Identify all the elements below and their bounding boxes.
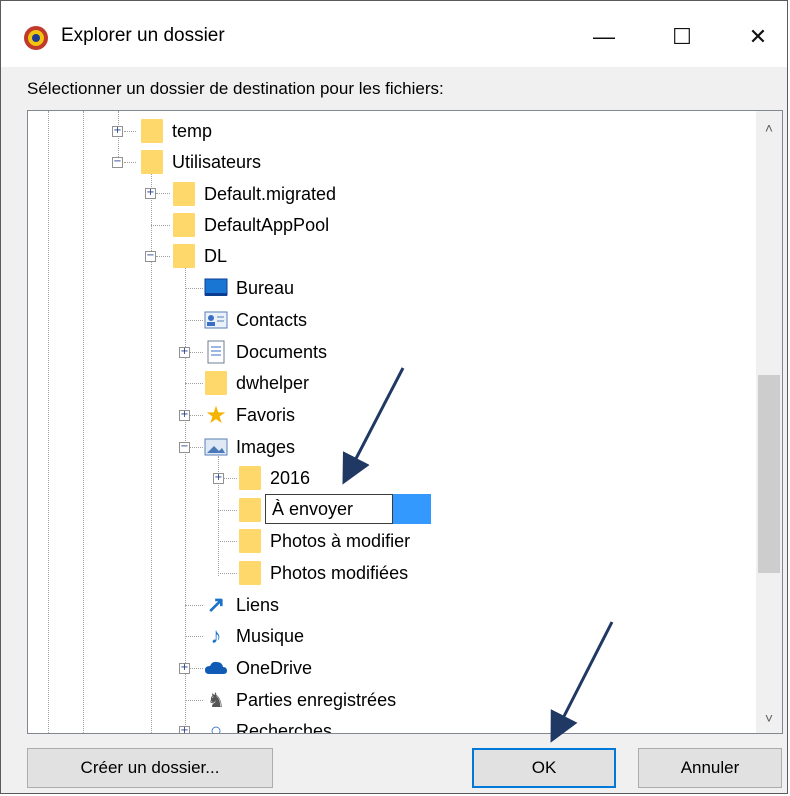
tree-item-utilisateurs[interactable]: Utilisateurs (140, 149, 261, 175)
tree-item-images[interactable]: Images (204, 434, 295, 460)
tree-item-parties-enregistrees[interactable]: ♞ Parties enregistrées (204, 687, 396, 713)
folder-icon (238, 561, 262, 585)
collapse-dl-icon[interactable]: − (145, 251, 156, 262)
cloud-icon (204, 656, 228, 680)
tree-item-defaultapppool[interactable]: DefaultAppPool (172, 212, 329, 238)
scroll-down-icon[interactable]: ˅ (756, 705, 782, 731)
expand-favoris-icon[interactable]: + (179, 410, 190, 421)
contacts-icon (204, 308, 228, 332)
rename-selection-highlight (393, 494, 431, 524)
folder-icon (172, 213, 196, 237)
folder-icon (140, 119, 164, 143)
expand-recherches-icon[interactable]: + (179, 726, 190, 733)
tree-item-recherches[interactable]: ○ Recherches (204, 718, 332, 734)
link-icon: ↗ (206, 592, 226, 617)
tree-item-dl[interactable]: DL (172, 243, 227, 269)
folder-icon (204, 371, 228, 395)
folder-icon (172, 244, 196, 268)
expand-documents-icon[interactable]: + (179, 347, 190, 358)
folder-icon (238, 529, 262, 553)
close-button[interactable]: ✕ (723, 15, 790, 59)
scroll-up-icon[interactable]: ˄ (756, 115, 782, 141)
images-icon (204, 435, 228, 459)
minimize-button[interactable]: — (569, 15, 639, 59)
music-icon: ♪ (210, 623, 222, 648)
tree-item-temp[interactable]: temp (140, 118, 212, 144)
cancel-button[interactable]: Annuler (638, 748, 782, 788)
scrollbar-thumb[interactable] (758, 375, 780, 573)
tree-item-musique[interactable]: ♪ Musique (204, 623, 305, 649)
expand-onedrive-icon[interactable]: + (179, 663, 190, 674)
saved-games-icon: ♞ (207, 689, 225, 712)
tree-item-documents[interactable]: Documents (204, 339, 327, 365)
dialog-prompt: Sélectionner un dossier de destination p… (27, 79, 444, 98)
expand-2016-icon[interactable]: + (213, 473, 224, 484)
tree-item-onedrive[interactable]: OneDrive (204, 655, 312, 681)
tree-item-photos-modifiees[interactable]: Photos modifiées (238, 560, 408, 586)
expand-default-migrated-icon[interactable]: + (145, 188, 156, 199)
ok-button[interactable]: OK (472, 748, 616, 788)
maximize-button[interactable]: ☐ (647, 15, 717, 59)
tree-item-bureau[interactable]: Bureau (204, 275, 294, 301)
create-folder-button[interactable]: Créer un dossier... (27, 748, 273, 788)
app-icon (23, 25, 49, 51)
tree-item-photos-a-modifier[interactable]: Photos à modifier (238, 528, 410, 554)
collapse-utilisateurs-icon[interactable]: − (112, 157, 123, 168)
tree-item-default-migrated[interactable]: Default.migrated (172, 181, 336, 207)
star-icon: ★ (205, 401, 227, 429)
collapse-images-icon[interactable]: − (179, 442, 190, 453)
rename-folder-input[interactable]: À envoyer (265, 494, 393, 524)
tree-item-contacts[interactable]: Contacts (204, 307, 307, 333)
search-icon: ○ (209, 719, 223, 734)
title-bar: Explorer un dossier — ☐ ✕ (1, 1, 787, 67)
folder-icon (238, 498, 262, 522)
folder-tree[interactable]: + − + − + + − + + + temp Utilisateurs De… (27, 110, 783, 734)
folder-icon (172, 182, 196, 206)
vertical-scrollbar[interactable]: ˄ ˅ (756, 111, 782, 733)
window-title: Explorer un dossier (61, 25, 225, 46)
folder-icon (238, 466, 262, 490)
tree-item-liens[interactable]: ↗ Liens (204, 592, 279, 618)
expand-temp-icon[interactable]: + (112, 126, 123, 137)
folder-icon (140, 150, 164, 174)
tree-item-favoris[interactable]: ★ Favoris (204, 401, 295, 429)
documents-icon (204, 340, 228, 364)
desktop-icon (204, 276, 228, 300)
tree-item-2016[interactable]: 2016 (238, 465, 310, 491)
tree-item-dwhelper[interactable]: dwhelper (204, 370, 309, 396)
